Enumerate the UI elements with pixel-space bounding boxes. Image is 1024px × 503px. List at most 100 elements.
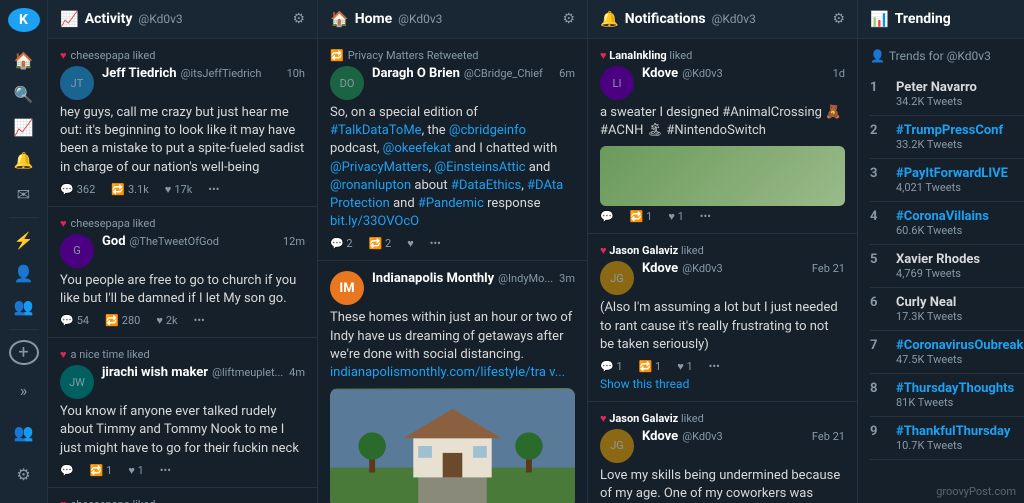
table-row[interactable]: ♥ a nice time liked JW jirachi wish make… <box>48 338 317 488</box>
retweet-button[interactable]: 🔁 280 <box>105 314 140 327</box>
notifications-column: 🔔 Notifications @Kd0v3 ⚙ ♥ LanaInkling l… <box>588 0 858 503</box>
table-row[interactable]: 🔁 Privacy Matters Retweeted DO Daragh O … <box>318 39 587 261</box>
add-column-button[interactable]: + <box>9 340 39 365</box>
trending-column: 📊 Trending ⚙ 👤 Trends for @Kd0v3 1 Peter… <box>858 0 1024 503</box>
tweet-header: G God @TheTweetOfGod 12m <box>60 234 305 268</box>
sidebar-item-search[interactable]: 🔍 <box>6 81 42 108</box>
list-item[interactable]: 9 #ThankfulThursday 10.7K Tweets <box>870 417 1024 460</box>
avatar[interactable]: K <box>8 8 40 32</box>
sidebar-item-notifications[interactable]: 🔔 <box>6 147 42 174</box>
reply-button[interactable]: 💬 <box>600 210 614 223</box>
sidebar-item-home[interactable]: 🏠 <box>6 47 42 74</box>
sidebar-item-activity[interactable]: 📈 <box>6 114 42 141</box>
sidebar-item-more[interactable]: 👥 <box>6 293 42 320</box>
reply-button[interactable]: 💬 1 <box>600 360 623 373</box>
table-row[interactable]: ♥ cheesepapa liked G God @TheTweetOfGod … <box>48 207 317 338</box>
home-column-settings[interactable]: ⚙ <box>562 11 575 27</box>
table-row[interactable]: ♥ cheesepapa liked DA David Axelrod ✓ @d… <box>48 488 317 503</box>
watermark: groovyPost.com <box>936 485 1016 498</box>
tweet-header: LI Kdove @Kd0v3 1d <box>600 66 845 100</box>
columns-container: 📈 Activity @Kd0v3 ⚙ ♥ cheesepapa liked J… <box>48 0 1024 503</box>
reply-button[interactable]: 💬 2 <box>330 237 353 250</box>
notifications-column-header: 🔔 Notifications @Kd0v3 ⚙ <box>588 0 857 39</box>
tweet-body: hey guys, call me crazy but just hear me… <box>60 104 305 177</box>
avatar: G <box>60 234 94 268</box>
retweet-button[interactable]: 🔁 3.1k <box>111 183 149 196</box>
retweet-button[interactable]: 🔁 1 <box>639 360 662 373</box>
table-row[interactable]: ♥ Jason Galaviz liked JG Kdove @Kd0v3 Fe… <box>588 402 857 503</box>
sidebar-people-icon[interactable]: 👥 <box>6 414 42 450</box>
notif-liked: ♥ LanaInkling liked <box>600 49 845 62</box>
notif-liked: ♥ Jason Galaviz liked <box>600 412 845 425</box>
table-row[interactable]: ♥ Jason Galaviz liked JG Kdove @Kd0v3 Fe… <box>588 234 857 402</box>
retweet-button[interactable]: 🔁 1 <box>90 464 113 477</box>
list-item[interactable]: 8 #ThursdayThoughts 81K Tweets <box>870 374 1024 417</box>
tweet-body: Love my skills being undermined because … <box>600 467 845 503</box>
retweet-meta: 🔁 Privacy Matters Retweeted <box>330 49 575 62</box>
home-column-title: Home <box>355 11 392 27</box>
reply-button[interactable]: 💬 362 <box>60 183 95 196</box>
tweet-actions: 💬 362 🔁 3.1k ♥ 17k ••• <box>60 183 305 196</box>
like-button[interactable]: ♥ <box>407 237 414 250</box>
more-button[interactable]: ••• <box>700 210 711 223</box>
table-row[interactable]: ♥ LanaInkling liked LI Kdove @Kd0v3 1d a… <box>588 39 857 234</box>
notifications-column-title: Notifications <box>625 11 706 27</box>
avatar: JG <box>600 429 634 463</box>
tweet-header: JT Jeff Tiedrich @itsJeffTiedrich 10h <box>60 66 305 100</box>
activity-column-settings[interactable]: ⚙ <box>292 11 305 27</box>
like-button[interactable]: ♥ 17k <box>165 183 192 196</box>
list-item[interactable]: 3 #PayItForwardLIVE 4,021 Tweets <box>870 159 1024 202</box>
like-button[interactable]: ♥ 1 <box>677 360 692 373</box>
list-item[interactable]: 1 Peter Navarro 34.2K Tweets <box>870 73 1024 116</box>
tweet-actions: 💬 1 🔁 1 ♥ 1 ••• <box>600 360 845 373</box>
more-button[interactable]: ••• <box>194 314 205 327</box>
more-button[interactable]: ••• <box>160 464 171 477</box>
show-thread-link[interactable]: Show this thread <box>600 377 845 391</box>
tweet-body: (Also I'm assuming a lot but I just need… <box>600 299 845 354</box>
list-item[interactable]: 4 #CoronaVillains 60.6K Tweets <box>870 202 1024 245</box>
more-button[interactable]: ••• <box>709 360 720 373</box>
more-button[interactable]: ••• <box>208 183 219 196</box>
tweet-image <box>330 388 575 503</box>
tweet-header: JW jirachi wish maker @liftmeuplet... 4m <box>60 365 305 399</box>
tweet-meta: ♥ cheesepapa liked <box>60 498 305 503</box>
activity-column-header: 📈 Activity @Kd0v3 ⚙ <box>48 0 317 39</box>
sidebar-settings-icon[interactable]: ⚙ <box>6 456 42 492</box>
reply-button[interactable]: 💬 54 <box>60 314 89 327</box>
tweet-body: a sweater I designed #AnimalCrossing 🧸 #… <box>600 104 845 140</box>
table-row[interactable]: IM Indianapolis Monthly @IndyMo... 3m Th… <box>318 261 587 503</box>
reply-button[interactable]: 💬 <box>60 464 74 477</box>
list-item[interactable]: 7 #CoronavirusOubreak 47.5K Tweets <box>870 331 1024 374</box>
list-item[interactable]: 2 #TrumpPressConf 33.2K Tweets <box>870 116 1024 159</box>
home-column: 🏠 Home @Kd0v3 ⚙ 🔁 Privacy Matters Retwee… <box>318 0 588 503</box>
notifications-icon: 🔔 <box>600 10 619 28</box>
notifications-column-handle: @Kd0v3 <box>712 12 756 26</box>
tweet-meta: ♥ cheesepapa liked <box>60 217 305 230</box>
home-column-header: 🏠 Home @Kd0v3 ⚙ <box>318 0 587 39</box>
tweet-header: JG Kdove @Kd0v3 Feb 21 <box>600 261 845 295</box>
list-item[interactable]: 6 Curly Neal 17.3K Tweets <box>870 288 1024 331</box>
retweet-button[interactable]: 🔁 1 <box>630 210 653 223</box>
avatar: LI <box>600 66 634 100</box>
notifications-column-content: ♥ LanaInkling liked LI Kdove @Kd0v3 1d a… <box>588 39 857 503</box>
like-button[interactable]: ♥ 2k <box>156 314 177 327</box>
like-button[interactable]: ♥ 1 <box>668 210 683 223</box>
sidebar-divider-2 <box>9 329 39 330</box>
list-item[interactable]: 5 Xavier Rhodes 4,769 Tweets <box>870 245 1024 288</box>
notifications-column-settings[interactable]: ⚙ <box>832 11 845 27</box>
more-button[interactable]: ••• <box>430 237 441 250</box>
tweet-actions: 💬 2 🔁 2 ♥ ••• <box>330 237 575 250</box>
like-button[interactable]: ♥ 1 <box>128 464 143 477</box>
sidebar-item-lists[interactable]: ⚡ <box>6 226 42 253</box>
home-column-handle: @Kd0v3 <box>398 12 442 26</box>
table-row[interactable]: ♥ cheesepapa liked JT Jeff Tiedrich @its… <box>48 39 317 207</box>
sidebar-item-messages[interactable]: ✉ <box>6 180 42 207</box>
notif-image <box>600 146 845 206</box>
tweet-body: You people are free to go to church if y… <box>60 272 305 308</box>
avatar: IM <box>330 271 364 305</box>
sidebar-chevron-icon[interactable]: » <box>6 372 42 408</box>
trending-icon: 📊 <box>870 10 889 28</box>
retweet-button[interactable]: 🔁 2 <box>369 237 392 250</box>
sidebar-item-profile[interactable]: 👤 <box>6 260 42 287</box>
avatar: JG <box>600 261 634 295</box>
